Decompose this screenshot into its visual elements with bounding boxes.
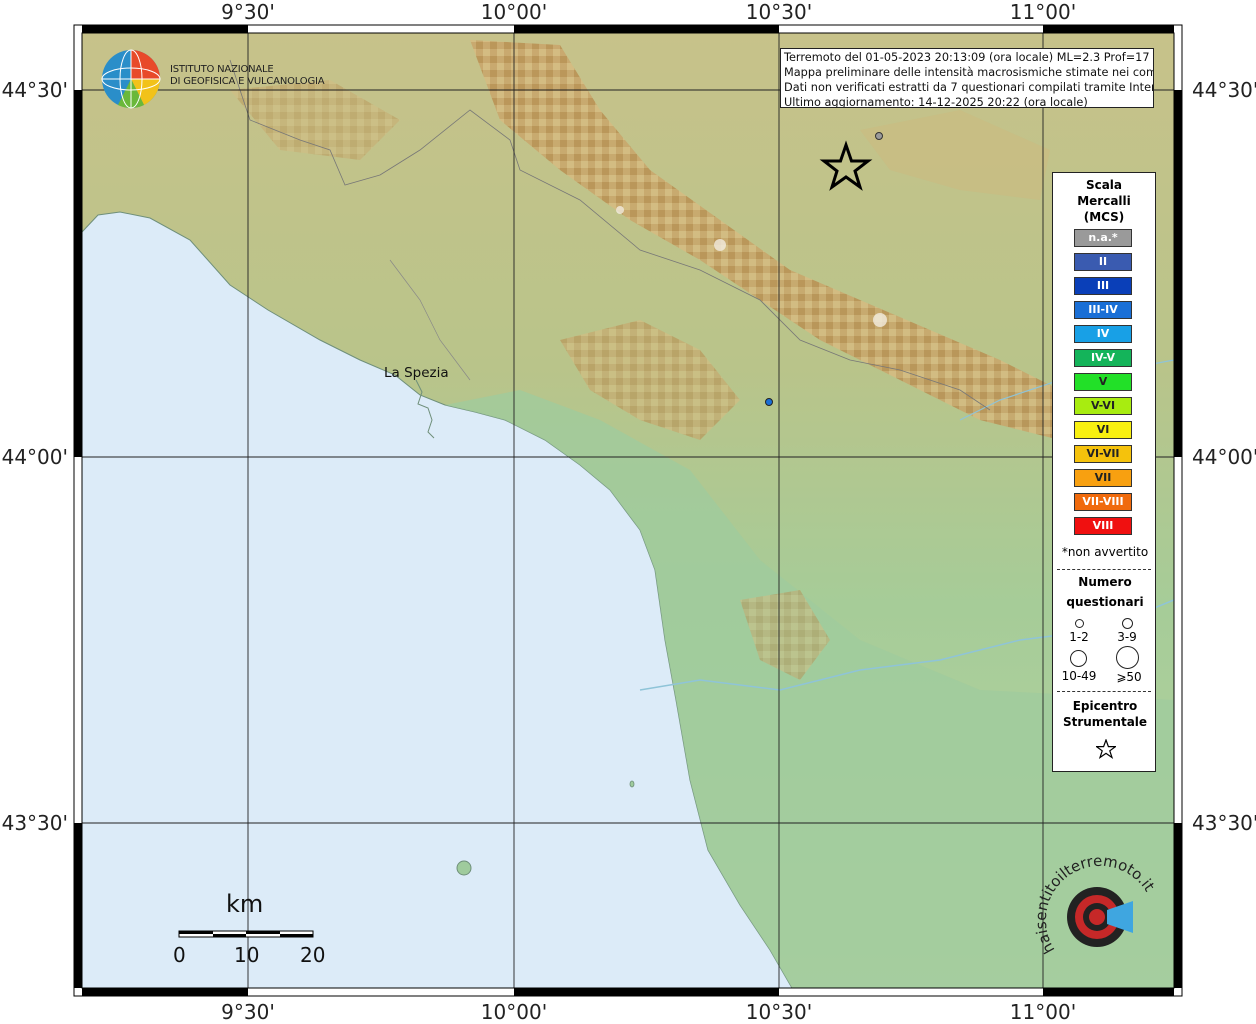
count-circle-small-icon (1075, 619, 1084, 628)
count-circle-medium-icon (1122, 618, 1133, 629)
count-label-50-plus: ⩾50 (1116, 670, 1142, 684)
legend-swatch-iii-iv: III-IV (1074, 301, 1132, 319)
legend-swatch-iii: III (1074, 277, 1132, 295)
scale-bar (178, 930, 314, 938)
scale-label-20: 20 (300, 943, 326, 967)
ingv-logo: ISTITUTO NAZIONALE DI GEOFISICA E VULCAN… (100, 48, 360, 110)
event-info-box: Terremoto del 01-05-2023 20:13:09 (ora l… (780, 48, 1154, 108)
lat-tick-right-4400: 44°00' (1192, 445, 1256, 469)
haisentito-logo: haisentitoilterremoto.it (1032, 852, 1165, 985)
legend-title-1: Scala (1085, 178, 1123, 192)
count-title-1: Numero (1078, 575, 1132, 589)
event-info-line-2: Mappa preliminare delle intensità macros… (784, 66, 1154, 79)
lat-tick-left-4400: 44°00' (1, 445, 68, 469)
legend-swatch-vi: VI (1074, 421, 1132, 439)
count-label-3-9: 3-9 (1117, 630, 1137, 644)
logo-line-2: DI GEOFISICA E VULCANOLOGIA (170, 76, 325, 87)
count-label-10-49: 10-49 (1061, 669, 1097, 683)
lon-tick-bottom-930: 9°30' (221, 1000, 275, 1024)
report-marker-gray[interactable] (875, 132, 883, 140)
count-label-1-2: 1-2 (1069, 630, 1089, 644)
legend-swatch-iv-v: IV-V (1074, 349, 1132, 367)
legend-title-3: (MCS) (1083, 210, 1125, 224)
event-info-line-1: Terremoto del 01-05-2023 20:13:09 (ora l… (784, 51, 1154, 64)
haisentito-badge-icon: haisentitoilterremoto.it (1032, 852, 1159, 957)
legend-swatch-vi-vii: VI-VII (1074, 445, 1132, 463)
not-felt-note: *non avvertito (1061, 545, 1149, 559)
event-info-line-3: Dati non verificati estratti da 7 questi… (784, 81, 1154, 94)
count-circle-xlarge-icon (1116, 646, 1139, 669)
lat-tick-right-4430: 44°30' (1192, 78, 1256, 102)
legend-swatch-ii: II (1074, 253, 1132, 271)
lat-tick-left-4330: 43°30' (1, 811, 68, 835)
scale-unit-km: km (226, 890, 264, 918)
epicenter-title-1: Epicentro (1072, 699, 1138, 713)
legend-swatch-iv: IV (1074, 325, 1132, 343)
ingv-globe-icon (101, 49, 161, 109)
lat-tick-left-4430: 44°30' (1, 78, 68, 102)
legend-swatch-v-vi: V-VI (1074, 397, 1132, 415)
lon-tick-bottom-1100: 11°00' (1009, 1000, 1077, 1024)
logo-line-1: ISTITUTO NAZIONALE (170, 64, 274, 75)
legend-separator-2 (1057, 691, 1151, 692)
lon-tick-top-1000: 10°00' (480, 0, 548, 24)
count-circle-large-icon (1070, 650, 1087, 667)
legend-swatch-vii: VII (1074, 469, 1132, 487)
lon-tick-bottom-1000: 10°00' (480, 1000, 548, 1024)
count-title-2: questionari (1066, 595, 1144, 609)
la-spezia-gulf (415, 379, 435, 439)
lon-tick-top-930: 9°30' (221, 0, 275, 24)
scale-label-0: 0 (173, 943, 186, 967)
legend-epicenter-star-icon (1096, 739, 1116, 759)
lat-tick-right-4330: 43°30' (1192, 811, 1256, 835)
lon-tick-top-1030: 10°30' (745, 0, 813, 24)
legend-swatch-viii: VIII (1074, 517, 1132, 535)
event-info-line-4: Ultimo aggiornamento: 14-12-2025 20:22 (… (784, 96, 1088, 108)
legend-swatch-vii-viii: VII-VIII (1074, 493, 1132, 511)
legend-separator-1 (1057, 569, 1151, 570)
epicenter-title-2: Strumentale (1062, 715, 1148, 729)
legend-title-2: Mercalli (1077, 194, 1131, 208)
mcs-legend: Scala Mercalli (MCS) n.a.* II III III-IV IV I… (1052, 172, 1156, 772)
lon-tick-top-1100: 11°00' (1009, 0, 1077, 24)
report-marker-blue[interactable] (765, 398, 773, 406)
scale-label-10: 10 (234, 943, 260, 967)
legend-swatch-v: V (1074, 373, 1132, 391)
lon-tick-bottom-1030: 10°30' (745, 1000, 813, 1024)
legend-swatch-n-a: n.a.* (1074, 229, 1132, 247)
